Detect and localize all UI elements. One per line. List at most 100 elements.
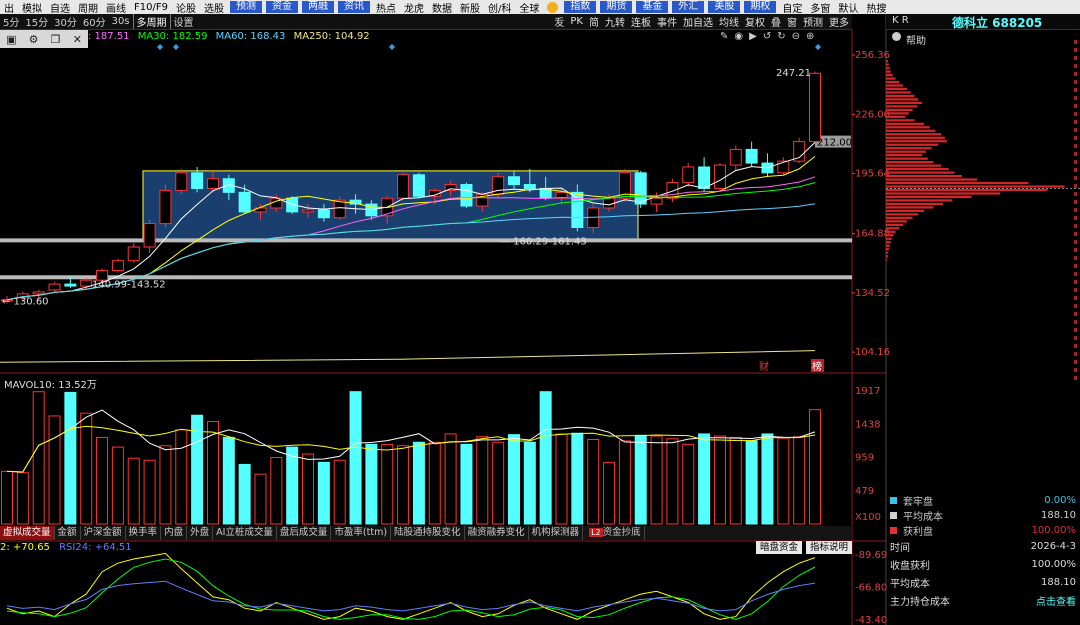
event-diamond[interactable] [815, 44, 821, 50]
volume-bar [745, 440, 758, 525]
chip-bar [886, 105, 918, 108]
edge-mark [1074, 248, 1077, 252]
tab-2[interactable]: 沪深金额 [81, 526, 126, 540]
candle-body [650, 197, 663, 205]
event-diamond[interactable] [157, 44, 163, 50]
candle-body [682, 166, 695, 184]
candle-body [48, 283, 61, 291]
candle-body [317, 209, 330, 219]
tab-8[interactable]: 市盈率(ttm) [331, 526, 392, 540]
tab-9[interactable]: 陆股通持股变化 [391, 526, 465, 540]
price-axis-label: 226.00 [855, 109, 890, 120]
chip-bar [886, 161, 934, 164]
volume-bar [809, 409, 821, 525]
volume-bar [428, 441, 441, 525]
edge-mark [1074, 128, 1077, 132]
info-row: 收盘获利 100.00% [890, 556, 1076, 572]
edge-mark [1074, 208, 1077, 212]
chip-bar [886, 94, 915, 98]
volume-bar [96, 436, 109, 525]
edge-mark [1074, 200, 1077, 204]
tab-label: 换手率 [128, 527, 158, 538]
tab-5[interactable]: 外盘 [187, 526, 214, 540]
l2-badge: L2 [589, 528, 603, 537]
edge-mark [1074, 264, 1077, 268]
volume-bar [349, 391, 362, 525]
chip-bar [886, 164, 942, 167]
legend-value: 0.00% [1044, 494, 1076, 506]
event-diamond[interactable] [173, 44, 179, 50]
volume-bar [650, 435, 663, 525]
edge-mark [1074, 96, 1077, 100]
info-label: 平均成本 [890, 578, 930, 590]
tab-7[interactable]: 盘后成交量 [277, 526, 332, 540]
volume-bar [713, 435, 726, 525]
volume-bar [111, 446, 124, 525]
tab-4[interactable]: 内盘 [161, 526, 188, 540]
rsi-axis-label: -89.69 [855, 550, 887, 561]
event-diamond[interactable] [389, 44, 395, 50]
rsi-legend: 2: +70.65 RSI24: +64.51 [0, 542, 132, 553]
candle-body [412, 174, 425, 197]
volume-bar [539, 391, 552, 525]
volume-bar [666, 438, 679, 525]
high-annotation: 247.21 [776, 68, 811, 79]
box-low-annotation: — 160.29-161.43 [500, 236, 587, 247]
volume-bar [460, 443, 473, 525]
price-axis-label: 104.16 [855, 347, 890, 358]
chip-bar [886, 241, 891, 244]
rsi-buttons: 暗盘资金 指标说明 [756, 541, 853, 554]
tab-label: 金额 [57, 527, 77, 538]
help-row[interactable]: 帮助 [886, 30, 1080, 47]
tab-0[interactable]: 虚拟成交量 [0, 526, 55, 540]
edge-mark [1074, 144, 1077, 148]
info-row: 时间 2026-4-3 [890, 538, 1076, 554]
edge-mark [1074, 288, 1077, 292]
info-value: 100.00% [1031, 558, 1077, 570]
bang-marker-label: 榜 [812, 360, 822, 373]
tab-10[interactable]: 融资融券变化 [465, 526, 529, 540]
rsi-button-0[interactable]: 暗盘资金 [756, 541, 803, 554]
edge-mark [1074, 64, 1077, 68]
chip-bar [886, 157, 928, 160]
price-axis-label: 134.52 [855, 288, 890, 299]
chip-bar [886, 70, 891, 73]
chip-bar [886, 181, 1029, 185]
chip-bar [886, 87, 907, 91]
tab-12[interactable]: L2 资金抄底 [583, 526, 645, 540]
candle-body [206, 178, 219, 189]
edge-mark [1074, 376, 1077, 380]
edge-mark [1074, 136, 1077, 140]
chip-bar [886, 251, 888, 254]
chip-bar [886, 147, 932, 150]
kr-label: K R [892, 15, 909, 26]
tab-1[interactable]: 金额 [55, 526, 81, 540]
volume-bar [16, 472, 29, 525]
chip-bar [886, 234, 894, 237]
tab-label: 虚拟成交量 [3, 527, 51, 538]
edge-mark [1074, 184, 1077, 188]
chip-bar [886, 220, 907, 223]
volume-bar [587, 438, 600, 525]
tab-label: 机构探测器 [531, 527, 580, 538]
indicator-tabs: 虚拟成交量 金额 沪深金额 换手率 内盘 外盘 AI立桩成交量 盘后成交量 市盈率(ttm) 陆股… [0, 526, 852, 540]
volume-axis-label: 1438 [855, 419, 880, 430]
tab-6[interactable]: AI立桩成交量 [213, 526, 277, 540]
chip-bar [886, 66, 890, 70]
tab-3[interactable]: 换手率 [126, 526, 162, 540]
volume-bar [507, 434, 520, 525]
tab-11[interactable]: 机构探测器 [529, 526, 584, 540]
candle-body [634, 172, 647, 205]
chip-bar [886, 101, 923, 105]
rsi-button-1[interactable]: 指标说明 [806, 541, 853, 554]
chip-bar [886, 108, 913, 112]
candle-body [729, 148, 742, 166]
volume-bar [603, 461, 616, 525]
legend-swatch [890, 511, 897, 519]
tab-label: 外盘 [190, 527, 210, 538]
cai-marker[interactable]: 财 [759, 360, 769, 373]
volume-bar [238, 463, 251, 525]
info-value[interactable]: 点击查看 [1036, 593, 1076, 608]
low-annotation: ← 130.60 [2, 297, 49, 308]
chip-bar [886, 140, 947, 143]
